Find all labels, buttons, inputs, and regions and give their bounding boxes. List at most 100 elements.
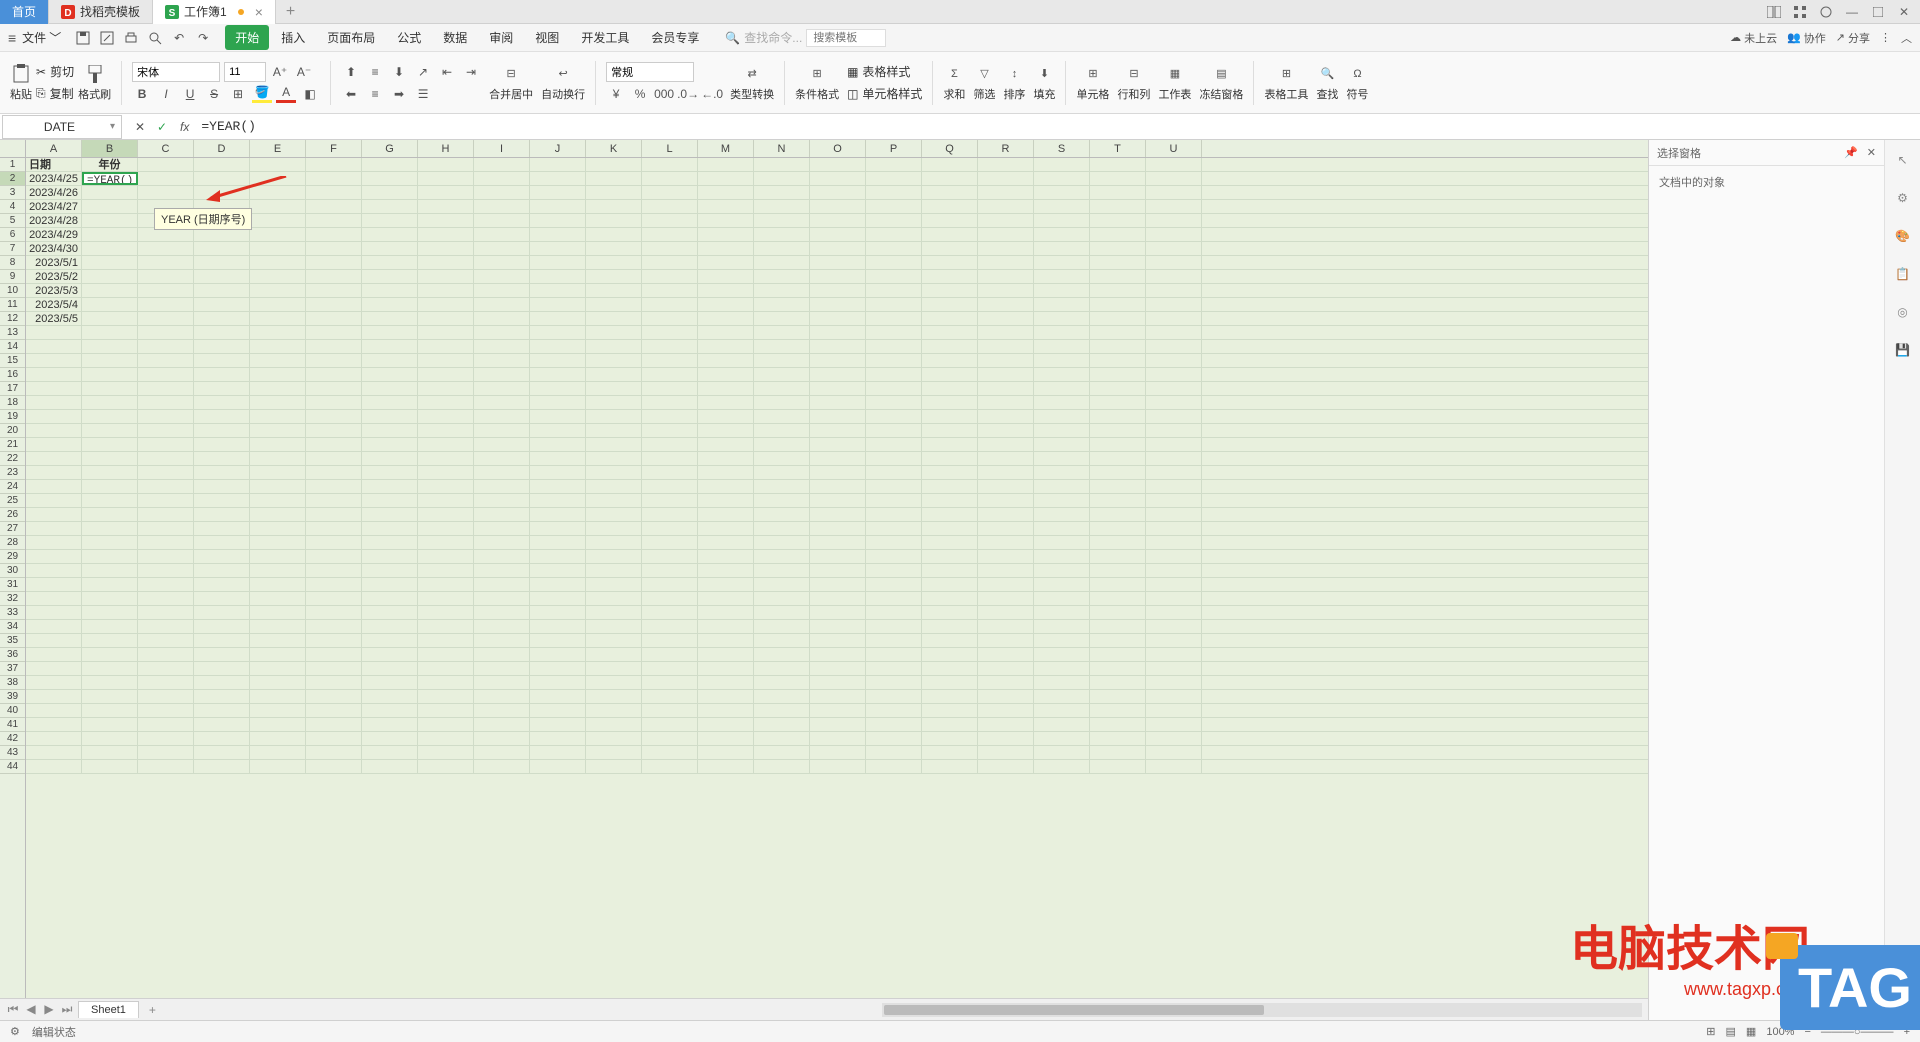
cell-N38[interactable] [754, 676, 810, 689]
cell-C43[interactable] [138, 746, 194, 759]
cell-D15[interactable] [194, 354, 250, 367]
font-color-button[interactable]: A [276, 85, 296, 103]
cell-B28[interactable] [82, 536, 138, 549]
cell-F32[interactable] [306, 592, 362, 605]
cell-U1[interactable] [1146, 158, 1202, 171]
col-header-S[interactable]: S [1034, 140, 1090, 157]
cell-T13[interactable] [1090, 326, 1146, 339]
row-header-39[interactable]: 39 [0, 690, 25, 704]
table-style-button[interactable]: ▦表格样式 [847, 61, 922, 83]
cell-M38[interactable] [698, 676, 754, 689]
cell-S7[interactable] [1034, 242, 1090, 255]
row-header-33[interactable]: 33 [0, 606, 25, 620]
cell-S35[interactable] [1034, 634, 1090, 647]
cell-M10[interactable] [698, 284, 754, 297]
col-header-F[interactable]: F [306, 140, 362, 157]
cell-T7[interactable] [1090, 242, 1146, 255]
cell-F18[interactable] [306, 396, 362, 409]
cell-S16[interactable] [1034, 368, 1090, 381]
cell-I38[interactable] [474, 676, 530, 689]
cell-Q28[interactable] [922, 536, 978, 549]
cell-N4[interactable] [754, 200, 810, 213]
cell-E8[interactable] [250, 256, 306, 269]
row-header-26[interactable]: 26 [0, 508, 25, 522]
cell-A14[interactable] [26, 340, 82, 353]
cell-R27[interactable] [978, 522, 1034, 535]
cell-B36[interactable] [82, 648, 138, 661]
cell-C36[interactable] [138, 648, 194, 661]
cell-D36[interactable] [194, 648, 250, 661]
cell-T18[interactable] [1090, 396, 1146, 409]
cell-F40[interactable] [306, 704, 362, 717]
cell-O21[interactable] [810, 438, 866, 451]
indent-dec-icon[interactable]: ⇤ [437, 63, 457, 81]
cell-C23[interactable] [138, 466, 194, 479]
cell-F25[interactable] [306, 494, 362, 507]
cell-Q7[interactable] [922, 242, 978, 255]
cell-S24[interactable] [1034, 480, 1090, 493]
cell-G40[interactable] [362, 704, 418, 717]
cell-S12[interactable] [1034, 312, 1090, 325]
cell-B10[interactable] [82, 284, 138, 297]
cell-F6[interactable] [306, 228, 362, 241]
cell-H41[interactable] [418, 718, 474, 731]
col-header-L[interactable]: L [642, 140, 698, 157]
format-painter-button[interactable]: 格式刷 [78, 64, 111, 102]
cell-I42[interactable] [474, 732, 530, 745]
col-header-P[interactable]: P [866, 140, 922, 157]
cell-H37[interactable] [418, 662, 474, 675]
cell-A30[interactable] [26, 564, 82, 577]
sheet-nav-prev[interactable]: ◀ [24, 1002, 38, 1017]
cell-H15[interactable] [418, 354, 474, 367]
cell-I40[interactable] [474, 704, 530, 717]
row-header-28[interactable]: 28 [0, 536, 25, 550]
row-header-31[interactable]: 31 [0, 578, 25, 592]
cell-A18[interactable] [26, 396, 82, 409]
cell-E25[interactable] [250, 494, 306, 507]
cell-S27[interactable] [1034, 522, 1090, 535]
cell-F11[interactable] [306, 298, 362, 311]
cell-E13[interactable] [250, 326, 306, 339]
strike-button[interactable]: S [204, 85, 224, 103]
cell-G22[interactable] [362, 452, 418, 465]
cell-H28[interactable] [418, 536, 474, 549]
cell-E30[interactable] [250, 564, 306, 577]
row-header-32[interactable]: 32 [0, 592, 25, 606]
cell-H32[interactable] [418, 592, 474, 605]
row-header-17[interactable]: 17 [0, 382, 25, 396]
cell-P27[interactable] [866, 522, 922, 535]
cell-P11[interactable] [866, 298, 922, 311]
cell-U30[interactable] [1146, 564, 1202, 577]
cell-J9[interactable] [530, 270, 586, 283]
cell-O32[interactable] [810, 592, 866, 605]
cell-J24[interactable] [530, 480, 586, 493]
cell-R6[interactable] [978, 228, 1034, 241]
cell-D16[interactable] [194, 368, 250, 381]
cell-C28[interactable] [138, 536, 194, 549]
cell-F16[interactable] [306, 368, 362, 381]
cell-O12[interactable] [810, 312, 866, 325]
cell-A42[interactable] [26, 732, 82, 745]
cell-H40[interactable] [418, 704, 474, 717]
view-mode-icon[interactable]: ▦ [1746, 1025, 1756, 1038]
row-header-37[interactable]: 37 [0, 662, 25, 676]
cell-L13[interactable] [642, 326, 698, 339]
cell-N22[interactable] [754, 452, 810, 465]
print-preview-icon[interactable] [147, 30, 163, 46]
cell-U25[interactable] [1146, 494, 1202, 507]
cell-O5[interactable] [810, 214, 866, 227]
cell-Q37[interactable] [922, 662, 978, 675]
cell-I9[interactable] [474, 270, 530, 283]
cell-J32[interactable] [530, 592, 586, 605]
cell-N23[interactable] [754, 466, 810, 479]
cell-T19[interactable] [1090, 410, 1146, 423]
cell-H33[interactable] [418, 606, 474, 619]
cell-D41[interactable] [194, 718, 250, 731]
cell-A36[interactable] [26, 648, 82, 661]
row-header-19[interactable]: 19 [0, 410, 25, 424]
cell-R39[interactable] [978, 690, 1034, 703]
cell-B39[interactable] [82, 690, 138, 703]
skin-icon[interactable] [1814, 2, 1838, 22]
cell-O33[interactable] [810, 606, 866, 619]
cell-H24[interactable] [418, 480, 474, 493]
